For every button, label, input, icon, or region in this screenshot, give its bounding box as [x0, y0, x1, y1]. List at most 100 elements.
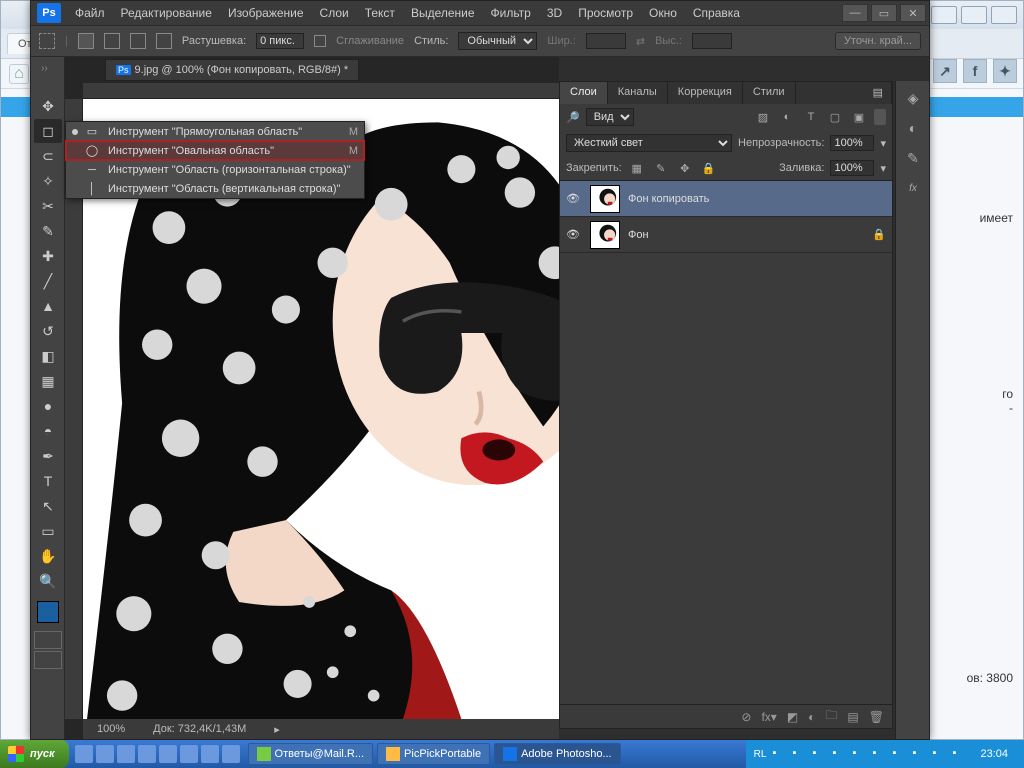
type-tool[interactable]: T	[34, 469, 62, 493]
wand-tool[interactable]: ✧	[34, 169, 62, 193]
tool-preset-icon[interactable]	[39, 33, 55, 49]
fx-panel-icon[interactable]: fx	[900, 175, 926, 201]
flyout-item-vrow[interactable]: │ Инструмент "Область (вертикальная стро…	[66, 179, 364, 198]
paths-icon[interactable]: ✎	[900, 145, 926, 171]
tab-layers[interactable]: Слои	[560, 82, 608, 104]
stamp-tool[interactable]: ▲	[34, 294, 62, 318]
channels-icon[interactable]: ◐	[900, 115, 926, 141]
menu-layers[interactable]: Слои	[312, 6, 357, 20]
menu-select[interactable]: Выделение	[403, 6, 483, 20]
lang-indicator[interactable]: RL	[754, 749, 767, 760]
heal-tool[interactable]: ✚	[34, 244, 62, 268]
menu-3d[interactable]: 3D	[539, 6, 570, 20]
taskbar-button[interactable]: PicPickPortable	[377, 743, 490, 765]
filter-type-icon[interactable]: T	[802, 111, 820, 123]
new-selection-icon[interactable]	[78, 33, 94, 49]
ql-icon[interactable]	[117, 745, 135, 763]
intersect-selection-icon[interactable]	[156, 33, 172, 49]
eraser-tool[interactable]: ◧	[34, 344, 62, 368]
tray-icon[interactable]: ▪	[912, 747, 926, 761]
ql-icon[interactable]	[75, 745, 93, 763]
lock-trans-icon[interactable]: ▦	[628, 162, 646, 175]
style-select[interactable]: Обычный	[458, 32, 537, 50]
menu-window[interactable]: Окно	[641, 6, 685, 20]
mask-icon[interactable]: ◩	[787, 710, 798, 724]
new-layer-icon[interactable]: ▤	[847, 710, 858, 724]
filter-shape-icon[interactable]: ▢	[826, 111, 844, 124]
clock[interactable]: 23:04	[972, 748, 1016, 760]
maximize-button[interactable]: ▭	[871, 4, 897, 22]
facebook-icon[interactable]: f	[963, 59, 987, 83]
collapse-icon[interactable]: ››	[41, 63, 48, 74]
lock-all-icon[interactable]: 🔒	[700, 162, 718, 175]
layer-row[interactable]: 👁 Фон 🔒	[560, 217, 892, 253]
ql-icon[interactable]	[96, 745, 114, 763]
group-icon[interactable]: 🗀	[825, 706, 837, 727]
path-tool[interactable]: ↖	[34, 494, 62, 518]
tray-icon[interactable]: ▪	[772, 747, 786, 761]
refine-edge-button[interactable]: Уточн. край...	[835, 32, 921, 50]
zoom-level[interactable]: 100%	[83, 723, 139, 735]
lock-move-icon[interactable]: ✥	[676, 162, 694, 175]
minimize-button[interactable]: —	[842, 4, 868, 22]
tab-channels[interactable]: Каналы	[608, 82, 668, 104]
gradient-tool[interactable]: ▦	[34, 369, 62, 393]
menu-image[interactable]: Изображение	[220, 6, 312, 20]
blend-mode-select[interactable]: Жесткий свет	[566, 134, 732, 152]
menu-file[interactable]: Файл	[67, 6, 113, 20]
dodge-tool[interactable]: ◓	[34, 419, 62, 443]
filter-kind-select[interactable]: Вид	[586, 108, 634, 126]
visibility-icon[interactable]: 👁	[566, 228, 582, 241]
panel-menu-icon[interactable]: ▤	[865, 82, 892, 104]
tray-icon[interactable]: ▪	[852, 747, 866, 761]
move-tool[interactable]: ✥	[34, 94, 62, 118]
marquee-tool[interactable]: ◻	[34, 119, 62, 143]
opacity-input[interactable]	[830, 135, 874, 151]
filter-toggle-icon[interactable]	[874, 109, 886, 125]
brush-tool[interactable]: ╱	[34, 269, 62, 293]
ql-icon[interactable]	[180, 745, 198, 763]
tray-icon[interactable]: ▪	[792, 747, 806, 761]
social-icon[interactable]: ↗	[933, 59, 957, 83]
antialias-checkbox[interactable]	[314, 35, 326, 47]
document-tab[interactable]: Ps9.jpg @ 100% (Фон копировать, RGB/8#) …	[105, 59, 359, 81]
history-brush-tool[interactable]: ↺	[34, 319, 62, 343]
crop-tool[interactable]: ✂	[34, 194, 62, 218]
filter-adj-icon[interactable]: ◐	[778, 111, 796, 123]
flyout-item-hrow[interactable]: ─ Инструмент "Область (горизонтальная ст…	[66, 160, 364, 179]
ruler-horizontal[interactable]	[83, 83, 559, 99]
tray-icon[interactable]: ▪	[872, 747, 886, 761]
taskbar-button[interactable]: Ответы@Mail.R...	[248, 743, 374, 765]
start-button[interactable]: пуск	[0, 740, 69, 768]
lasso-tool[interactable]: ⊂	[34, 144, 62, 168]
layers-icon[interactable]: ◈	[900, 85, 926, 111]
menu-text[interactable]: Текст	[357, 6, 403, 20]
twitter-icon[interactable]: ✦	[993, 59, 1017, 83]
statbar-arrow-icon[interactable]: ▸	[260, 723, 294, 736]
flyout-item-rect[interactable]: ▭ Инструмент "Прямоугольная область"M	[66, 122, 364, 141]
eyedropper-tool[interactable]: ✎	[34, 219, 62, 243]
link-icon[interactable]: ⊘	[741, 710, 751, 724]
lock-paint-icon[interactable]: ✎	[652, 162, 670, 175]
pen-tool[interactable]: ✒	[34, 444, 62, 468]
shape-tool[interactable]: ▭	[34, 519, 62, 543]
filter-smart-icon[interactable]: ▣	[850, 111, 868, 124]
menu-edit[interactable]: Редактирование	[113, 6, 220, 20]
ql-icon[interactable]	[159, 745, 177, 763]
layer-row[interactable]: 👁 Фон копировать	[560, 181, 892, 217]
zoom-tool[interactable]: 🔍	[34, 569, 62, 593]
menu-help[interactable]: Справка	[685, 6, 748, 20]
tray-icon[interactable]: ▪	[812, 747, 826, 761]
feather-input[interactable]	[256, 33, 304, 49]
menu-filter[interactable]: Фильтр	[483, 6, 539, 20]
screenmode-button[interactable]	[34, 651, 62, 669]
color-swatch[interactable]	[37, 601, 59, 623]
ql-icon[interactable]	[138, 745, 156, 763]
tab-styles[interactable]: Стили	[743, 82, 796, 104]
filter-img-icon[interactable]: ▨	[754, 111, 772, 124]
subtract-selection-icon[interactable]	[130, 33, 146, 49]
fill-input[interactable]	[830, 160, 874, 176]
fx-icon[interactable]: fx▾	[761, 710, 776, 724]
quickmask-button[interactable]	[34, 631, 62, 649]
tray-icon[interactable]: ▪	[932, 747, 946, 761]
